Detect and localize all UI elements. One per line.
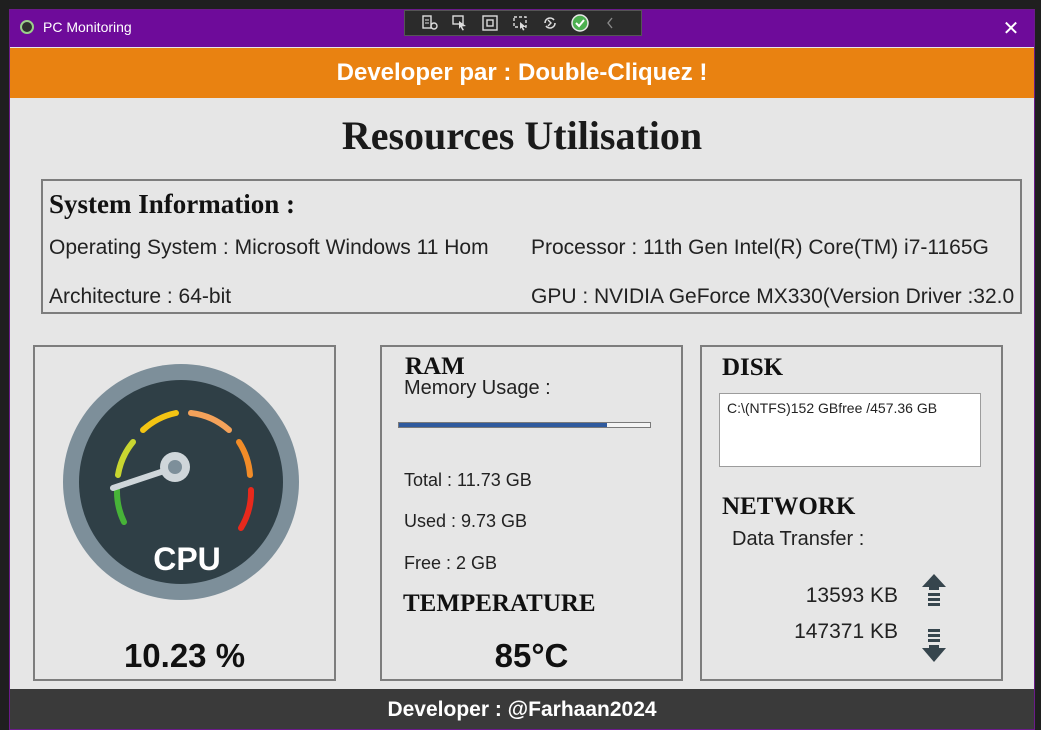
cpu-panel: CPU 10.23 % [33, 345, 336, 681]
window-title: PC Monitoring [43, 19, 132, 35]
temperature-value: 85°C [494, 637, 569, 674]
memory-progress-bar [398, 422, 651, 428]
display-layout-adorners-icon[interactable] [479, 13, 501, 33]
data-transfer-label: Data Transfer : [732, 528, 865, 550]
download-arrow-icon [922, 629, 946, 662]
ram-free: Free : 2 GB [404, 553, 498, 573]
disk-entry[interactable]: C:\(NTFS)152 GBfree /457.36 GB [727, 400, 980, 416]
developer-banner: Developer par : Double-Cliquez ! [10, 48, 1034, 98]
system-info-panel: System Information : Operating System : … [41, 179, 1022, 314]
close-button[interactable]: ✕ [998, 16, 1024, 40]
hot-reload-icon[interactable] [539, 13, 561, 33]
ram-total: Total : 11.73 GB [404, 470, 532, 490]
select-element-icon[interactable] [449, 13, 471, 33]
system-info-heading: System Information : [49, 189, 295, 219]
cpu-usage-value: 10.23 % [123, 637, 246, 674]
cpu-gauge-label: CPU [153, 541, 221, 577]
memory-progress-fill [399, 423, 608, 427]
upload-arrow-icon [922, 574, 946, 606]
cpu-gauge-icon: CPU [63, 364, 299, 600]
app-icon [20, 20, 34, 34]
temperature-heading: TEMPERATURE [403, 590, 596, 617]
upload-value: 13593 KB [805, 584, 898, 607]
binding-check-icon[interactable] [569, 13, 591, 33]
download-value: 147371 KB [794, 620, 898, 643]
memory-usage-label: Memory Usage : [404, 377, 551, 399]
collapse-chevron-icon[interactable] [599, 13, 621, 33]
live-tree-icon[interactable] [419, 13, 441, 33]
ram-panel: RAM Memory Usage : Total : 11.73 GB Used… [380, 345, 683, 681]
app-window: PC Monitoring ✕ Developer par: Double-C… [9, 9, 1035, 730]
track-focus-icon[interactable] [509, 13, 531, 33]
ram-used: Used : 9.73 GB [404, 511, 528, 531]
processor-info: Processor : 11th Gen Intel(R) Core(TM) i… [531, 236, 989, 259]
title-bar[interactable]: PC Monitoring ✕ [10, 10, 1034, 47]
network-heading: NETWORK [722, 493, 856, 520]
page-title: Resources Utilisation [341, 113, 703, 158]
disk-network-panel: DISK C:\(NTFS)152 GBfree /457.36 GB NETW… [700, 345, 1003, 681]
disk-heading: DISK [722, 354, 784, 381]
os-info: Operating System : Microsoft Windows 11 … [49, 236, 489, 259]
developer-footer: Developer : @Farhaan2024 [10, 689, 1034, 729]
architecture-info: Architecture : 64-bit [49, 285, 232, 308]
disk-list[interactable]: C:\(NTFS)152 GBfree /457.36 GB [719, 393, 981, 467]
debug-toolbar [404, 10, 642, 36]
gpu-info: GPU : NVIDIA GeForce MX330(Version Drive… [531, 285, 1015, 308]
